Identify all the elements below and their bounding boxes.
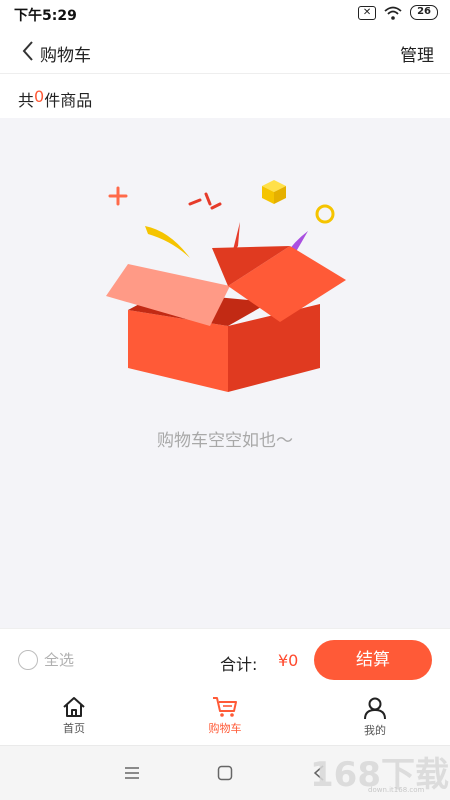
status-bar: 下午5:29 ✕ 26 — [0, 0, 450, 28]
page-title: 购物车 — [40, 46, 91, 66]
home-button[interactable] — [214, 762, 236, 784]
total-amount: ¥0 — [278, 651, 299, 670]
tab-home-label: 首页 — [63, 722, 85, 735]
item-count-prefix: 共 — [18, 91, 35, 110]
back-button[interactable] — [16, 37, 40, 65]
checkout-button[interactable]: 结算 — [314, 640, 432, 680]
watermark-url: down.it168.com — [368, 786, 425, 794]
nav-bar: 购物车 管理 — [0, 28, 450, 74]
tab-bar: 首页 购物车 我的 — [0, 690, 450, 746]
cart-content: 购物车空空如也～ — [0, 118, 450, 628]
chevron-left-icon — [22, 41, 33, 61]
tab-profile[interactable]: 我的 — [325, 696, 425, 738]
empty-cart-message: 购物车空空如也～ — [157, 431, 293, 451]
tab-cart-label: 购物车 — [208, 722, 242, 735]
item-count-suffix: 件商品 — [44, 91, 93, 110]
tab-cart[interactable]: 购物车 — [175, 696, 275, 736]
item-count: 共 0 件商品 — [18, 87, 92, 111]
checkout-bar: 全选 合计: ¥0 结算 — [0, 628, 450, 690]
tab-profile-label: 我的 — [364, 724, 386, 737]
square-icon — [217, 765, 233, 781]
wifi-icon — [384, 6, 402, 20]
status-icons: ✕ 26 — [358, 5, 438, 20]
item-count-row: 共 0 件商品 — [0, 75, 450, 118]
empty-box-illustration — [106, 180, 346, 392]
tab-home[interactable]: 首页 — [24, 696, 124, 736]
item-count-number: 0 — [34, 87, 45, 106]
select-all-toggle[interactable]: 全选 — [18, 649, 74, 670]
home-icon — [63, 697, 85, 717]
status-time: 下午5:29 — [14, 8, 77, 24]
manage-button[interactable]: 管理 — [400, 41, 434, 66]
cart-icon — [213, 697, 237, 717]
battery-icon: 26 — [410, 5, 438, 20]
menu-icon — [125, 767, 139, 779]
select-all-label: 全选 — [44, 651, 75, 669]
total-label: 合计: — [220, 655, 258, 674]
user-icon — [364, 697, 386, 720]
recent-apps-button[interactable] — [121, 762, 143, 784]
no-sim-icon: ✕ — [358, 5, 377, 20]
select-all-radio[interactable] — [18, 649, 38, 670]
